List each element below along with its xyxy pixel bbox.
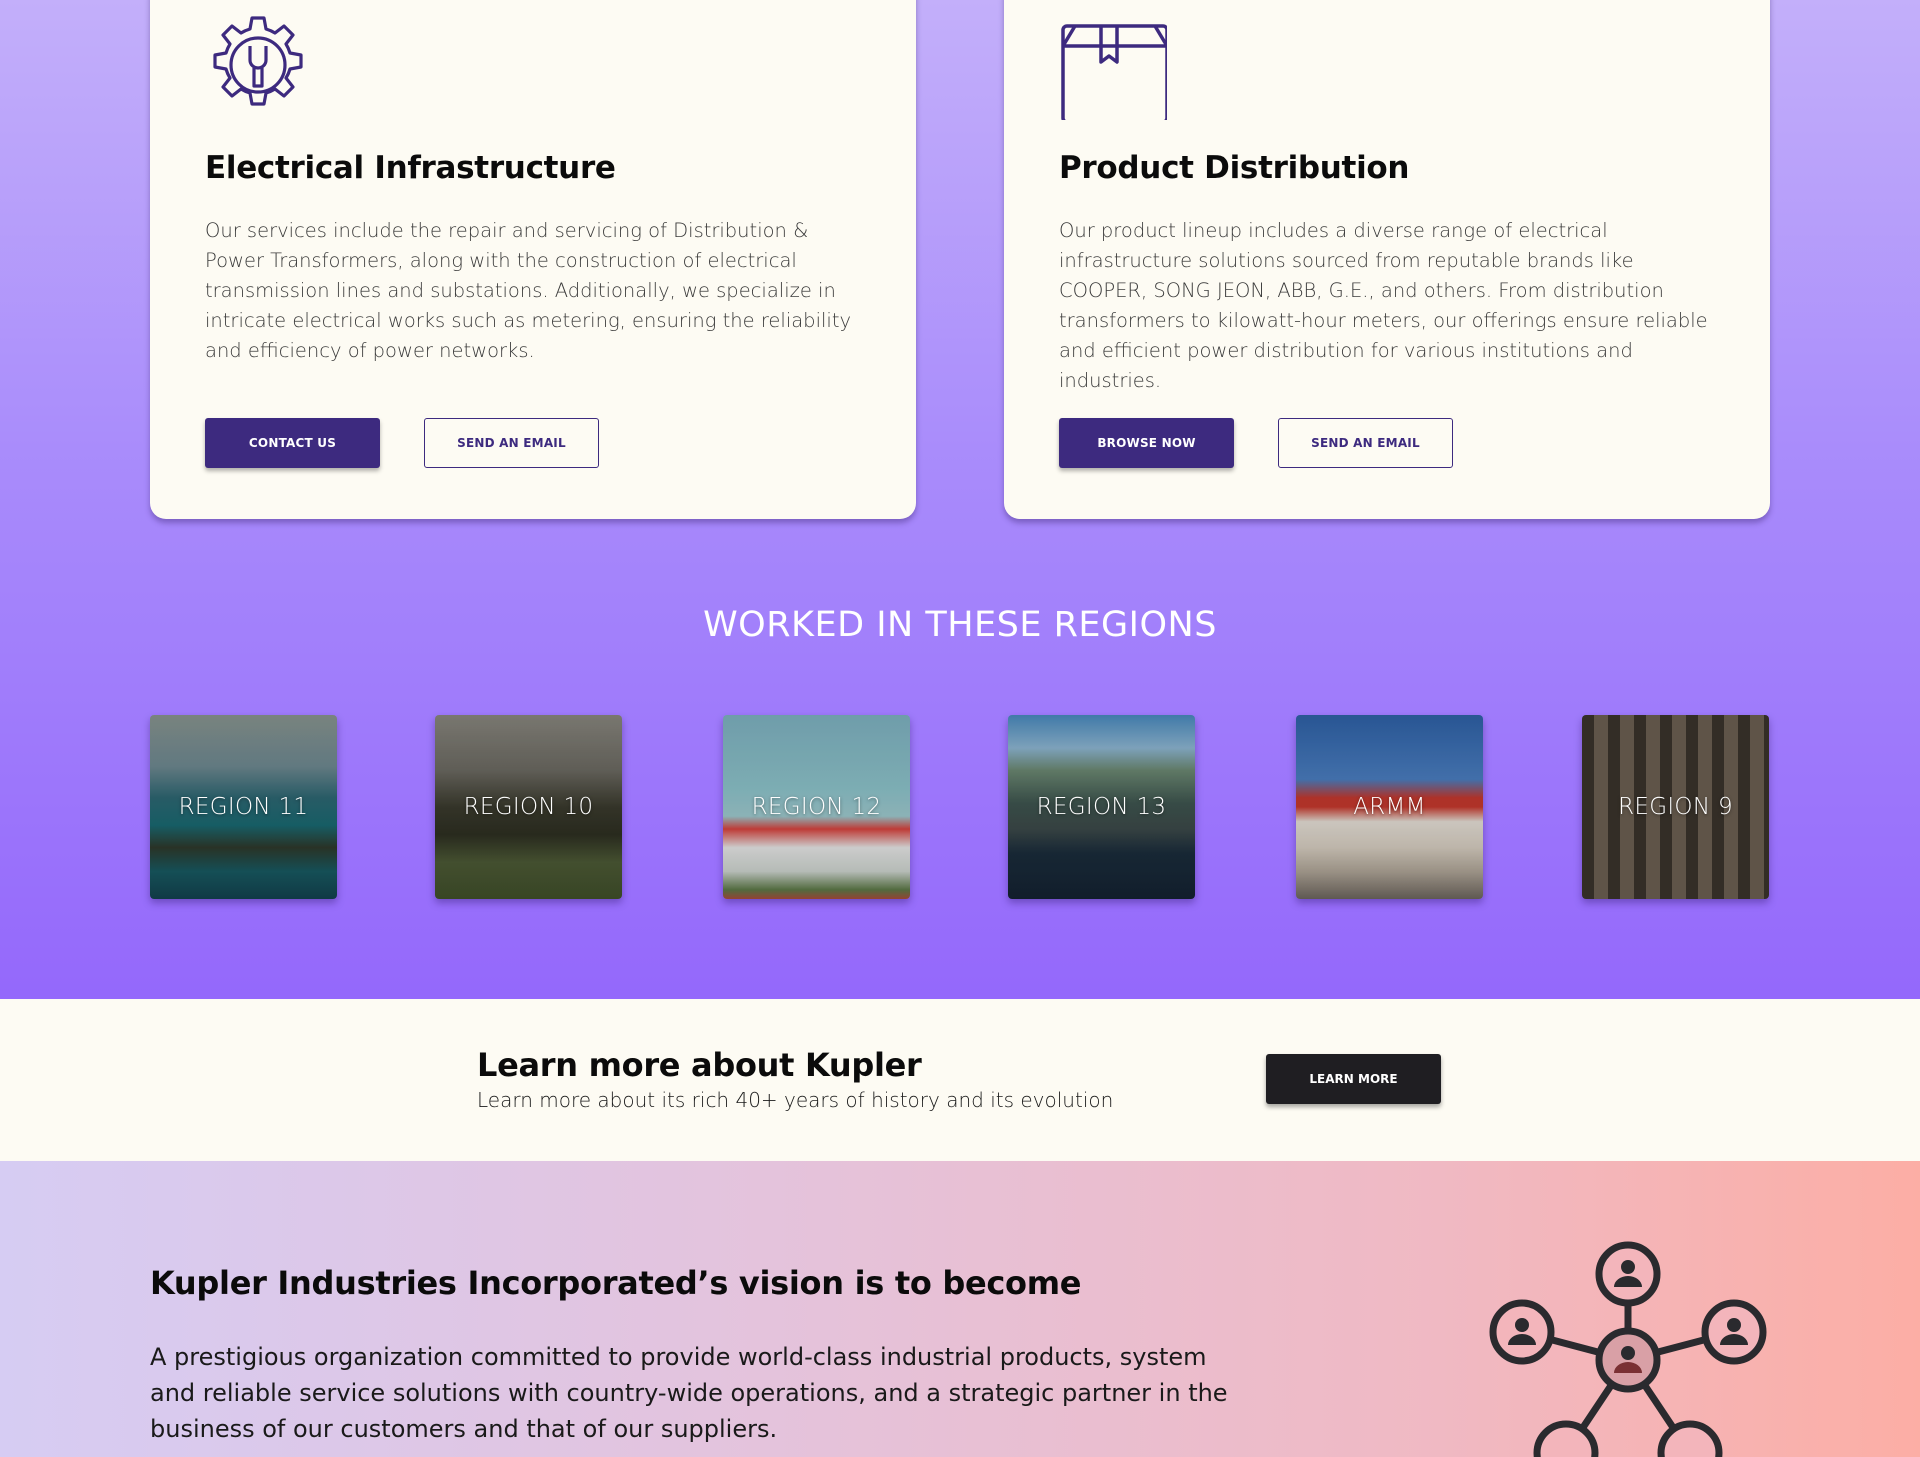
region-tile-region-12[interactable]: REGION 12 [723,715,910,899]
regions-heading: WORKED IN THESE REGIONS [703,605,1217,645]
learn-more-title: Learn more about Kupler [477,1046,922,1084]
region-tile-region-10[interactable]: REGION 10 [435,715,622,899]
gear-wrench-icon [213,16,303,106]
send-email-button[interactable]: SEND AN EMAIL [1278,418,1453,468]
region-label: REGION 13 [1036,794,1167,820]
contact-us-button[interactable]: CONTACT US [205,418,380,468]
region-tile-region-9[interactable]: REGION 9 [1582,715,1769,899]
vision-section: Kupler Industries Incorporated’s vision … [0,1161,1920,1457]
service-card-electrical: Electrical Infrastructure Our services i… [150,0,916,519]
card-description: Our product lineup includes a diverse ra… [1059,219,1708,392]
services-regions-section: Electrical Infrastructure Our services i… [0,0,1920,999]
people-network-icon [1489,1241,1767,1457]
region-tile-region-13[interactable]: REGION 13 [1008,715,1195,899]
learn-more-button[interactable]: LEARN MORE [1266,1054,1441,1104]
card-title: Electrical Infrastructure [205,150,616,186]
send-email-button[interactable]: SEND AN EMAIL [424,418,599,468]
browse-now-button[interactable]: BROWSE NOW [1059,418,1234,468]
card-description: Our services include the repair and serv… [205,219,852,362]
region-tile-region-11[interactable]: REGION 11 [150,715,337,899]
learn-more-subtitle: Learn more about its rich 40+ years of h… [477,1088,1114,1112]
service-card-distribution: Product Distribution Our product lineup … [1004,0,1770,519]
region-label: REGION 10 [463,794,594,820]
box-icon [1061,24,1167,120]
learn-more-section: Learn more about Kupler Learn more about… [0,999,1920,1161]
region-label: REGION 9 [1618,794,1733,820]
vision-title: Kupler Industries Incorporated’s vision … [150,1264,1082,1302]
region-label: REGION 12 [751,794,882,820]
vision-body: A prestigious organization committed to … [150,1343,1228,1443]
region-label: ARMM [1353,794,1426,820]
region-tile-armm[interactable]: ARMM [1296,715,1483,899]
card-title: Product Distribution [1059,150,1410,186]
region-label: REGION 11 [178,794,309,820]
